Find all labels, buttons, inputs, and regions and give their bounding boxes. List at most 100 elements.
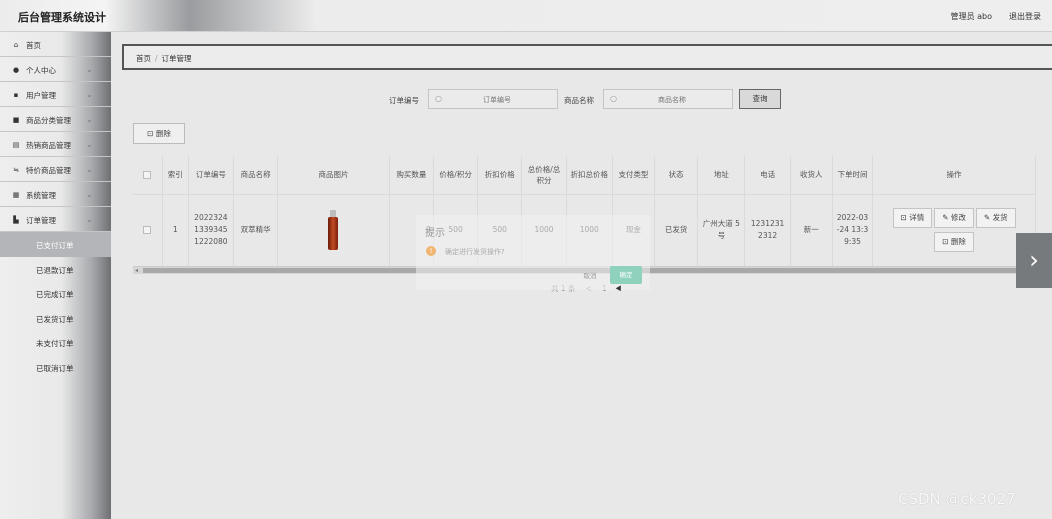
cell-address: 广州大道 5号 [697,194,746,266]
breadcrumb-separator: / [155,54,158,63]
row-delete-button[interactable]: ⊡ 删除 [934,232,974,252]
search-icon: ○ [610,94,617,103]
logout-link[interactable]: 退出登录 [1009,11,1041,22]
ship-button[interactable]: ✎ 发货 [975,208,1016,228]
select-all-checkbox[interactable] [143,171,152,180]
submenu-cancelled-orders[interactable]: 已取消订单 [0,355,111,380]
column-header: 购买数量 [389,156,434,195]
edit-button[interactable]: ✎ 修改 [934,208,974,228]
sidebar-item-discount-goods[interactable]: ≒ 特价商品管理 ⌄ [0,157,111,182]
cell-product-image [277,194,390,266]
sidebar-item-system-management[interactable]: ▦ 系统管理 ⌄ [0,182,111,207]
chevron-down-icon: ⌄ [86,90,93,99]
submenu-label: 已取消订单 [36,363,74,373]
chevron-down-icon: ⌄ [86,190,93,199]
next-arrow-button[interactable]: › [1016,233,1052,288]
column-header: 下单时间 [832,156,874,195]
app-title: 后台管理系统设计 [18,11,106,24]
cell-receiver: 新一 [790,194,833,266]
cell-actions: ⊡ 详情 ✎ 修改 ✎ 发货 ⊡ 删除 [872,194,1036,266]
column-header: 索引 [162,156,189,195]
cancel-button[interactable]: 取消 [575,268,605,285]
search-icon: ○ [435,94,442,103]
column-header: 折扣总价格 [566,156,613,195]
breadcrumb-current: 订单管理 [161,54,192,63]
cell-status: 已发货 [654,194,699,266]
submenu-paid-orders[interactable]: 已支付订单 [0,232,111,257]
detail-label: 详情 [909,213,925,222]
row-delete-label: 删除 [950,237,966,246]
row-checkbox[interactable] [143,226,152,234]
submenu-completed-orders[interactable]: 已完成订单 [0,281,111,306]
detail-button[interactable]: ⊡ 详情 [892,208,933,228]
column-header: 操作 [872,156,1036,195]
scroll-left-icon[interactable]: ◂ [135,267,138,274]
ship-icon: ✎ [983,213,991,222]
submenu-label: 已退款订单 [36,265,74,275]
cell-phone: 1231231 2312 [744,194,791,266]
sidebar-item-order-management[interactable]: ▙ 订单管理 ⌄ [0,207,111,232]
product-image [327,210,339,250]
column-header: 商品名称 [233,156,279,195]
submenu-label: 已完成订单 [36,290,74,299]
submenu-refunded-orders[interactable]: 已退款订单 [0,257,111,282]
column-header: 总价格/总积分 [521,156,567,195]
sidebar-item-home[interactable]: ⌂ 首页 [0,32,111,57]
admin-username: 管理员 abo [950,12,992,21]
top-header: 后台管理系统设计 管理员 abo 退出登录 [0,0,1052,32]
edit-label: 修改 [950,213,966,222]
cell-order-time: 2022-03 -24 13:3 9:35 [832,194,874,266]
cell-order-number: 2022324 1339345 1222080 [188,194,234,266]
column-header: 商品图片 [277,156,390,195]
sidebar-item-label: 热销商品管理 [26,141,71,150]
submenu-label: 已发货订单 [36,314,74,324]
breadcrumb-home[interactable]: 首页 [136,54,151,63]
sidebar-item-label: 商品分类管理 [26,116,71,125]
chevron-down-icon: ⌄ [86,140,93,149]
sidebar-item-user-management[interactable]: ▪ 用户管理 ⌄ [0,82,111,107]
trash-icon: ⊡ [942,237,949,246]
chevron-up-icon: ⌄ [86,215,93,224]
order-number-label: 订单编号 [389,96,419,105]
submenu-shipped-orders[interactable]: 已发货订单 [0,306,111,331]
order-number-input[interactable] [447,93,547,106]
submenu-label: 未支付订单 [36,339,74,348]
sidebar-item-label: 首页 [26,41,41,50]
dialog-title: 提示 [425,228,445,239]
ship-label: 发货 [992,213,1008,222]
sidebar-item-hot-goods[interactable]: ▤ 热销商品管理 ⌄ [0,132,111,157]
column-header: 折扣价格 [477,156,523,195]
column-header: 支付类型 [612,156,656,195]
product-name-label: 商品名称 [564,96,594,105]
confirm-button[interactable]: 确定 [610,266,642,284]
delete-button-label: 删除 [155,129,171,138]
table-header-row: 索引 订单编号 商品名称 商品图片 购买数量 价格/积分 折扣价格 总价格/总积… [133,156,1036,195]
detail-icon: ⊡ [900,213,907,222]
column-header: 收货人 [790,156,833,195]
discount-goods-icon: ≒ [13,166,19,174]
sidebar: ⌂ 首页 ● 个人中心 ⌄ ▪ 用户管理 ⌄ ■ 商品分类管理 ⌄ ▤ 热销商品… [0,32,111,519]
chevron-down-icon: ⌄ [86,165,93,174]
sidebar-item-label: 个人中心 [26,66,56,75]
sidebar-item-category-management[interactable]: ■ 商品分类管理 ⌄ [0,107,111,132]
trash-icon: ⊡ [147,129,154,138]
users-icon: ▪ [13,91,19,99]
delete-button[interactable]: ⊡ 删除 [133,123,185,144]
sidebar-item-label: 系统管理 [26,191,56,200]
watermark: CSDN @ck3027 [898,490,1016,508]
column-header: 价格/积分 [433,156,479,195]
sidebar-item-label: 特价商品管理 [26,166,71,175]
product-name-field[interactable]: ○ [603,89,733,109]
column-header: 电话 [744,156,791,195]
sidebar-item-personal-center[interactable]: ● 个人中心 ⌄ [0,57,111,82]
query-button[interactable]: 查询 [739,89,781,109]
product-name-input[interactable] [622,93,722,106]
submenu-unpaid-orders[interactable]: 未支付订单 [0,330,111,355]
order-number-field[interactable]: ○ [428,89,558,109]
edit-icon: ✎ [942,213,949,222]
home-icon: ⌂ [13,41,19,49]
cell-product-name: 双萃精华 [233,194,279,266]
breadcrumb: 首页 / 订单管理 [122,44,1052,70]
sidebar-item-label: 订单管理 [26,216,56,225]
user-icon: ● [12,66,20,74]
